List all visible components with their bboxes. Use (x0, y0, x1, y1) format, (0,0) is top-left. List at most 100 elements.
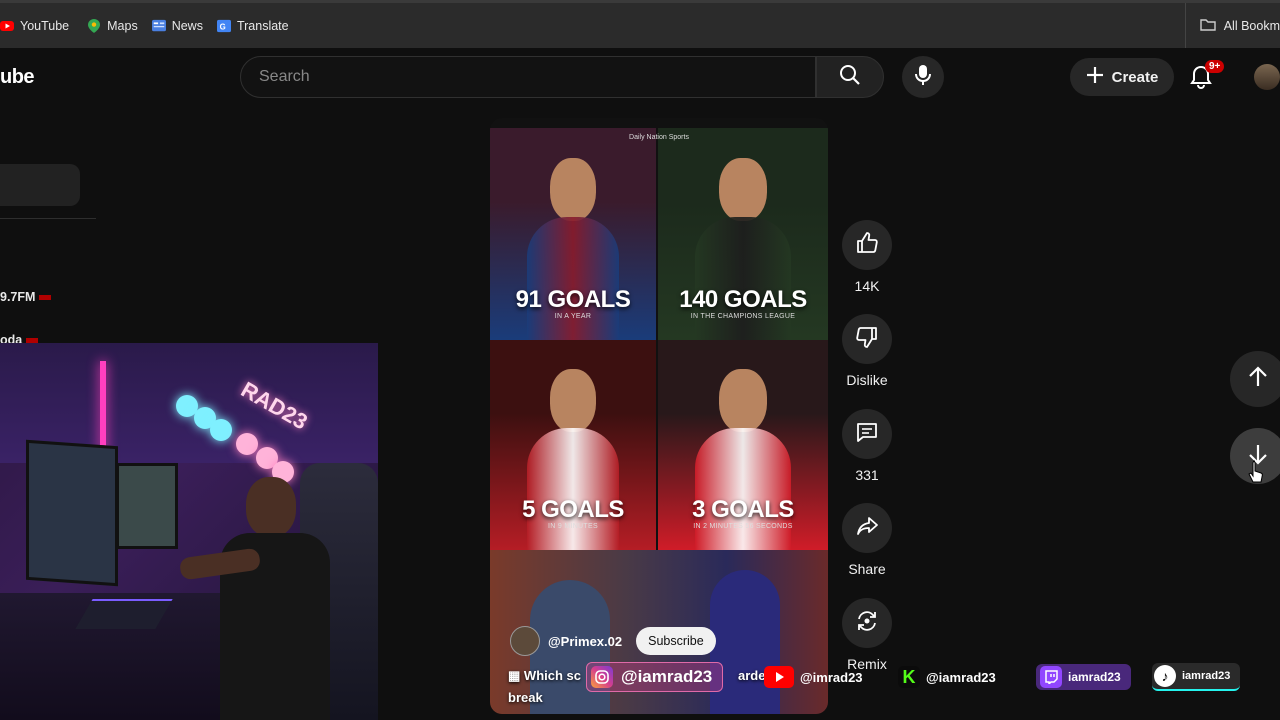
bookmark-news[interactable]: News (151, 18, 203, 33)
comments-action: 331 (840, 409, 894, 483)
description-text: Which sc (523, 668, 581, 683)
voice-search-button[interactable] (902, 56, 944, 98)
youtube-handle: @imrad23 (800, 669, 863, 685)
tile-subtitle: IN 9 MINUTES (548, 523, 598, 530)
social-kick: K @iamrad23 (898, 660, 996, 694)
bookmark-label: Maps (107, 18, 138, 33)
webcam-overlay: RAD23 (0, 343, 378, 720)
monitor-right (116, 463, 178, 549)
social-twitch: iamrad23 (1036, 660, 1131, 694)
dislike-action: Dislike (840, 314, 894, 388)
remix-icon (855, 609, 879, 638)
arrow-up-icon (1247, 365, 1269, 393)
video-tile: 140 GOALS IN THE CHAMPIONS LEAGUE (658, 128, 828, 340)
social-youtube: @imrad23 (764, 660, 863, 694)
subscribe-button[interactable]: Subscribe (636, 627, 716, 655)
like-button[interactable] (842, 220, 892, 270)
share-label: Share (848, 561, 886, 577)
search-icon (838, 63, 862, 92)
create-label: Create (1111, 68, 1159, 86)
bell-icon (1188, 65, 1214, 94)
news-icon (151, 19, 166, 33)
video-tile: 3 GOALS IN 2 MINUTES 56 SECONDS (658, 340, 828, 550)
sidebar-divider (0, 218, 96, 219)
like-count: 14K (854, 278, 880, 294)
folder-icon (1200, 18, 1216, 34)
social-instagram: @iamrad23 (586, 660, 724, 694)
remix-button[interactable] (842, 598, 892, 648)
share-button[interactable] (842, 503, 892, 553)
all-bookmarks-label: All Bookm (1223, 18, 1280, 33)
all-bookmarks[interactable]: All Bookm (1184, 3, 1280, 48)
like-action: 14K (840, 220, 894, 294)
channel-handle[interactable]: @Primex.02 (548, 634, 622, 649)
social-tiktok: ♪ iamrad23 (1152, 660, 1241, 694)
description-text: break (508, 690, 543, 705)
bookmark-translate[interactable]: G Translate (216, 19, 289, 33)
dislike-button[interactable] (842, 314, 892, 364)
tile-headline: 3 GOALS (692, 496, 794, 523)
microphone-icon (914, 64, 932, 91)
create-button[interactable]: Create (1070, 58, 1174, 96)
share-icon (855, 514, 879, 543)
player-head (549, 157, 597, 222)
comments-button[interactable] (842, 409, 892, 459)
player-head (719, 369, 767, 433)
tile-headline: 5 GOALS (522, 496, 624, 523)
player-figure (526, 428, 620, 550)
channel-avatar[interactable] (510, 626, 540, 656)
search-input[interactable] (259, 68, 815, 86)
person-head (246, 477, 296, 537)
player-figure (526, 217, 620, 340)
comment-count: 331 (855, 467, 879, 483)
youtube-logo[interactable]: ube (0, 66, 35, 89)
screen: YouTube Maps News G Translate All Bookm … (0, 0, 1280, 720)
youtube-logo-icon (764, 666, 794, 688)
monitor-left (26, 439, 118, 587)
tile-headline: 91 GOALS (515, 286, 631, 313)
live-indicator (39, 295, 52, 301)
notification-badge: 9+ (1205, 60, 1225, 73)
bookmark-label: YouTube (20, 18, 70, 33)
kick-icon: K (898, 666, 920, 688)
video-description[interactable]: ▦ Which sc (508, 668, 581, 684)
bookmarks-bar: YouTube Maps News G Translate All Bookm (0, 0, 1280, 48)
chart-icon: ▦ (508, 668, 521, 683)
video-description-line2: break (508, 690, 543, 705)
video-tile: 5 GOALS IN 9 MINUTES (490, 340, 656, 550)
video-source-label: Daily Nation Sports (629, 134, 689, 141)
tile-subtitle: IN THE CHAMPIONS LEAGUE (690, 313, 796, 320)
tiktok-icon: ♪ (1154, 665, 1176, 687)
instagram-handle: @iamrad23 (621, 667, 713, 686)
video-tile: 91 GOALS IN A YEAR (490, 128, 656, 340)
youtube-icon (0, 19, 14, 33)
thumbs-down-icon (855, 325, 879, 354)
dislike-label: Dislike (846, 372, 888, 388)
sidebar-item-subscription[interactable]: 9.7FM (0, 290, 52, 304)
twitch-handle: iamrad23 (1068, 670, 1121, 684)
twitch-icon (1040, 666, 1062, 688)
translate-icon: G (216, 19, 231, 33)
player-figure (695, 428, 791, 550)
instagram-icon (591, 666, 613, 688)
bookmark-maps[interactable]: Maps (87, 18, 138, 33)
tile-headline: 140 GOALS (679, 286, 807, 313)
player-head (549, 369, 597, 433)
share-action: Share (840, 503, 894, 577)
player-figure (695, 217, 791, 340)
bookmark-label: News (171, 18, 203, 33)
mouse-cursor-icon (1248, 460, 1264, 489)
sidebar-selected-pill[interactable] (0, 164, 80, 206)
thumbs-up-icon (855, 231, 879, 260)
sidebar-item-label: 9.7FM (0, 290, 36, 304)
channel-row: @Primex.02 Subscribe (510, 626, 716, 656)
svg-text:G: G (220, 22, 226, 31)
previous-video-button[interactable] (1230, 351, 1280, 407)
bookmark-youtube[interactable]: YouTube (0, 19, 69, 33)
search-button[interactable] (816, 56, 884, 98)
shorts-video-player[interactable]: Daily Nation Sports 91 GOALS IN A YEAR 1… (490, 118, 828, 714)
tile-subtitle: IN A YEAR (554, 313, 592, 320)
search-box (240, 56, 816, 98)
account-avatar[interactable] (1254, 64, 1280, 90)
maps-icon (87, 18, 101, 33)
